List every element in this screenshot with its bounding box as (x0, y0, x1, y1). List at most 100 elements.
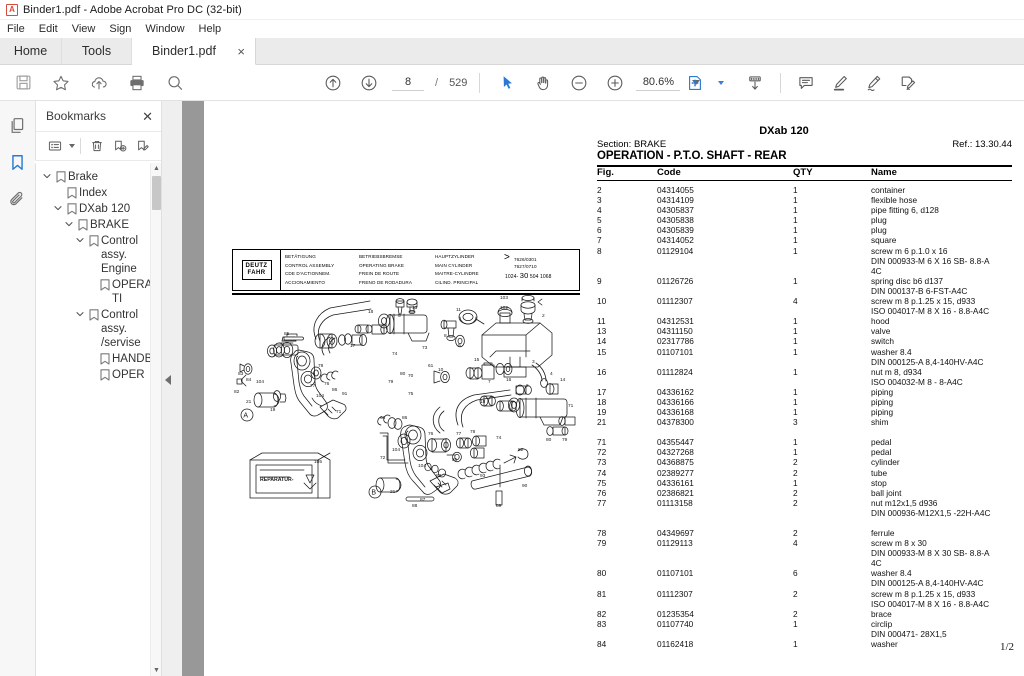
serial-suffix: 504 1068 (529, 274, 552, 280)
bookmarks-scrollbar[interactable]: ▲ ▼ (150, 163, 161, 676)
zoom-level-input[interactable]: 80.6% (636, 74, 681, 91)
cell-qty: 1 (793, 386, 798, 397)
cell-name: washer 8.4 DIN 000125-A 8,4-140HV-A4C (871, 347, 1018, 367)
sign-document-icon[interactable] (893, 69, 923, 97)
edit-bookmark-icon[interactable] (132, 135, 154, 157)
menu-help[interactable]: Help (199, 23, 230, 35)
cell-name: pipe fitting 6, d128 (871, 205, 1018, 215)
chevron-down-icon[interactable] (73, 308, 86, 318)
bookmark-item[interactable]: Control assy. /servise (36, 307, 161, 351)
attachments-icon[interactable] (3, 185, 33, 213)
close-icon[interactable]: × (237, 45, 245, 58)
arrow-down-circle-icon[interactable] (354, 69, 384, 97)
part-name: ferrule (871, 528, 895, 538)
bookmark-item[interactable]: Brake (36, 169, 161, 185)
table-row: 77 01113158 2 nut m12x1,5 d936 DIN 000936-M1… (597, 498, 1018, 518)
bookmark-item[interactable]: DXab 120 (36, 201, 161, 217)
fit-page-icon[interactable] (680, 69, 710, 97)
tb-c2-l4: FRENO DE RODADURA (359, 279, 413, 285)
bookmark-icon (64, 186, 79, 199)
upload-cloud-icon[interactable] (84, 69, 114, 97)
comment-bubble-icon[interactable] (791, 69, 821, 97)
delete-bookmark-icon[interactable] (86, 135, 108, 157)
fit-page-chevron-icon[interactable] (718, 80, 724, 85)
close-icon[interactable]: ✕ (142, 110, 153, 123)
column-header-fig: Fig. (597, 167, 614, 178)
new-bookmark-icon[interactable] (109, 135, 131, 157)
cell-qty: 1 (793, 225, 798, 236)
cell-qty: 2 (793, 497, 798, 508)
hand-icon[interactable] (528, 69, 558, 97)
part-name: screw m 8 x 30 (871, 538, 927, 549)
zoom-search-icon[interactable] (160, 69, 190, 97)
chevron-down-icon[interactable] (62, 218, 75, 228)
bookmarks-icon[interactable] (3, 148, 40, 176)
bookmark-label[interactable]: Index (79, 186, 161, 200)
highlighter-icon[interactable] (825, 69, 855, 97)
arrow-up-circle-icon[interactable] (318, 69, 348, 97)
svg-text:74: 74 (392, 351, 398, 357)
cell-code: 01235354 (657, 608, 694, 619)
page-thumbnails-icon[interactable] (3, 111, 33, 139)
plus-circle-icon[interactable] (600, 69, 630, 97)
bookmark-item[interactable]: Control assy. Engine (36, 233, 161, 277)
scrollbar-thumb[interactable] (152, 176, 161, 210)
cell-name: piping (871, 387, 1018, 397)
tab-tools[interactable]: Tools (62, 38, 132, 64)
bookmark-label[interactable]: DXab 120 (79, 202, 161, 216)
page-number-input[interactable]: 8 (392, 74, 424, 91)
minus-circle-icon[interactable] (564, 69, 594, 97)
menu-sign[interactable]: Sign (109, 23, 139, 35)
table-row: 19 04336168 1 piping (597, 407, 1018, 417)
part-name: screw m 6 p.1.0 x 16 (871, 245, 948, 256)
bookmark-icon (97, 368, 112, 381)
cursor-arrow-icon[interactable] (492, 69, 522, 97)
bookmark-item[interactable]: OPER (36, 367, 161, 383)
svg-text:83: 83 (238, 371, 244, 377)
menu-view[interactable]: View (72, 23, 104, 35)
tab-document[interactable]: Binder1.pdf × (132, 38, 256, 65)
bookmark-label[interactable]: Brake (68, 170, 161, 184)
cell-qty: 1 (793, 195, 798, 206)
table-row: 2 04314055 1 container (597, 185, 1018, 195)
table-row: 81 01112307 2 screw m 8 p.1.25 x 15, d933 IS… (597, 589, 1018, 609)
options-list-icon[interactable] (44, 135, 66, 157)
bookmark-item[interactable]: OPERATI (36, 277, 161, 307)
collapse-left-arrow-icon[interactable] (165, 375, 171, 385)
table-row: 3 04314109 1 flexible hose (597, 195, 1018, 205)
pdf-page-canvas[interactable]: DEUTZ FAHR BETÄTIGUNG CONTROL ASSEMBLY C… (204, 101, 1024, 676)
cell-fig: 76 (597, 487, 607, 498)
bookmark-item[interactable]: BRAKE (36, 217, 161, 233)
chevron-down-icon[interactable] (51, 202, 64, 212)
cell-fig: 72 (597, 447, 607, 458)
tab-home[interactable]: Home (0, 38, 62, 64)
cell-name: screw m 8 p.1.25 x 15, d933 ISO 004017-M … (871, 589, 1018, 609)
chevron-down-icon[interactable] (40, 170, 53, 180)
bookmark-item[interactable]: Index (36, 185, 161, 201)
print-icon[interactable] (122, 69, 152, 97)
cell-fig: 17 (597, 386, 607, 397)
cell-code: 01112824 (657, 366, 693, 377)
svg-text:19: 19 (270, 407, 276, 413)
table-row: 72 04327268 1 pedal (597, 447, 1018, 457)
save-icon[interactable] (8, 69, 38, 97)
svg-text:61: 61 (428, 363, 434, 369)
cell-name: nut m12x1,5 d936 DIN 000936-M12X1,5 -22H-… (871, 498, 1018, 518)
menu-window[interactable]: Window (145, 23, 192, 35)
menu-edit[interactable]: Edit (39, 23, 66, 35)
chevron-down-icon[interactable] (69, 144, 75, 148)
scroll-page-icon[interactable] (740, 69, 770, 97)
menu-file[interactable]: File (7, 23, 33, 35)
bookmark-item[interactable]: HANDB (36, 351, 161, 367)
pen-draw-icon[interactable] (859, 69, 889, 97)
star-icon[interactable] (46, 69, 76, 97)
cell-qty: 1 (793, 639, 798, 650)
drawing-ref-2: 7627/0710 (514, 264, 537, 269)
scroll-down-arrow-icon[interactable]: ▼ (151, 665, 162, 676)
cell-fig: 6 (597, 225, 602, 236)
cell-code: 04336168 (657, 407, 694, 418)
table-row: 83 01107740 1 circlip DIN 000471- 28X1,5 (597, 619, 1018, 639)
scroll-up-arrow-icon[interactable]: ▲ (151, 163, 162, 174)
table-row: 11 04312531 1 hood (597, 316, 1018, 326)
chevron-down-icon[interactable] (73, 234, 86, 244)
